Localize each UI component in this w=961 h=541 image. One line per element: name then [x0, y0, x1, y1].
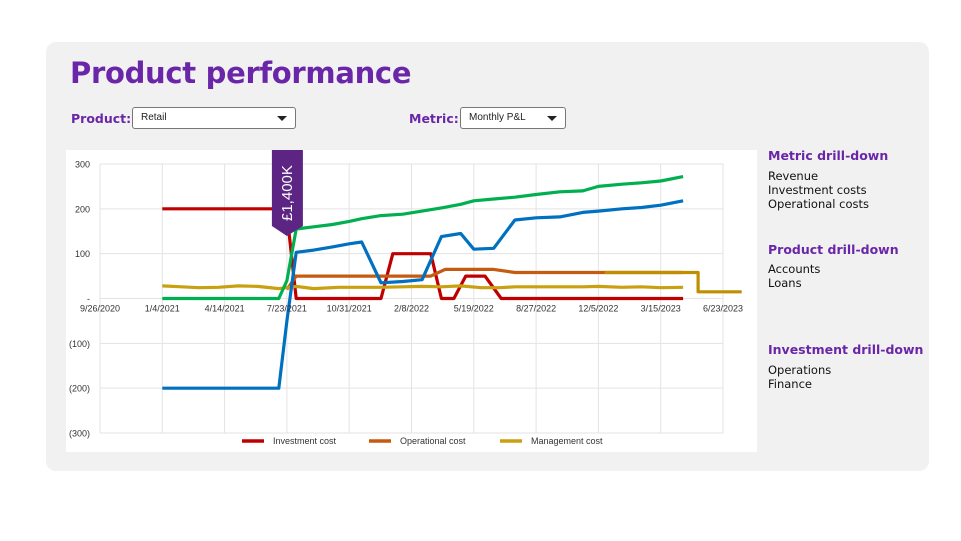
y-tick-label: (100): [69, 339, 90, 349]
product-select-value: Retail: [141, 112, 167, 123]
y-tick-label: 100: [75, 249, 90, 259]
legend-label: Management cost: [531, 436, 603, 446]
x-tick-label: 12/5/2022: [578, 304, 618, 314]
product-label: Product:: [71, 111, 132, 126]
y-tick-label: 300: [75, 160, 90, 170]
y-tick-label: -: [87, 294, 90, 304]
chart-area: £1,400K 300 200 100 - (100) (200) (300) 9/26/20…: [66, 150, 757, 452]
x-tick-label: 6/23/2023: [703, 304, 743, 314]
product-drilldown-heading: Product drill-down: [768, 242, 899, 257]
chevron-down-icon: [547, 116, 557, 121]
y-tick-label: 200: [75, 204, 90, 214]
chevron-down-icon: [277, 116, 287, 121]
legend-label: Investment cost: [273, 436, 337, 446]
metric-select-value: Monthly P&L: [469, 112, 526, 123]
series-line-4: [162, 199, 684, 390]
line-chart: £1,400K 300 200 100 - (100) (200) (300) 9/26/20…: [69, 150, 743, 446]
metric-label: Metric:: [409, 111, 459, 126]
y-tick-label: (300): [69, 429, 90, 439]
x-tick-label: 10/31/2021: [327, 304, 372, 314]
drilldown-link-operations[interactable]: Operations: [768, 363, 831, 377]
x-tick-label: 8/27/2022: [516, 304, 556, 314]
x-tick-label: 4/14/2021: [205, 304, 245, 314]
x-tick-label: 1/4/2021: [145, 304, 180, 314]
drilldown-link-revenue[interactable]: Revenue: [768, 169, 818, 183]
drilldown-link-accounts[interactable]: Accounts: [768, 262, 820, 276]
x-tick-label: 7/23/2021: [267, 304, 307, 314]
series-line-2: [162, 284, 684, 291]
x-tick-label: 9/26/2020: [80, 304, 120, 314]
product-select[interactable]: Retail: [132, 107, 296, 129]
y-tick-label: (200): [69, 384, 90, 394]
drilldown-link-investment-costs[interactable]: Investment costs: [768, 183, 867, 197]
drilldown-link-operational-costs[interactable]: Operational costs: [768, 197, 869, 211]
x-tick-label: 3/15/2023: [641, 304, 681, 314]
x-tick-label: 2/8/2022: [394, 304, 429, 314]
drilldown-link-loans[interactable]: Loans: [768, 276, 802, 290]
legend-label: Operational cost: [400, 436, 466, 446]
metric-select[interactable]: Monthly P&L: [460, 107, 566, 129]
drilldown-link-finance[interactable]: Finance: [768, 377, 812, 391]
x-tick-label: 5/19/2022: [454, 304, 494, 314]
page-title: Product performance: [70, 56, 412, 90]
callout-label: £1,400K: [279, 165, 296, 221]
metric-drilldown-heading: Metric drill-down: [768, 148, 889, 163]
investment-drilldown-heading: Investment drill-down: [768, 342, 924, 357]
